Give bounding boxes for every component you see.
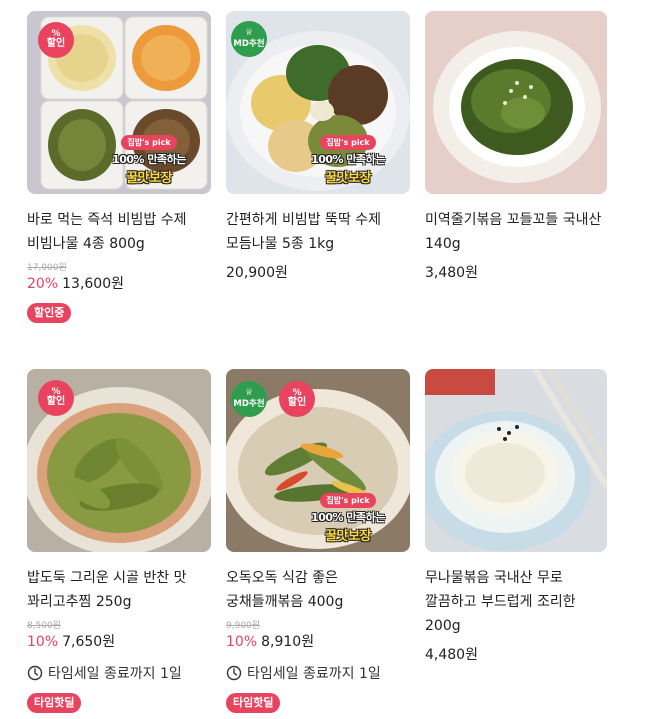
original-price: 8,500원	[27, 621, 62, 631]
product-title[interactable]: 간편하게 비빔밥 뚝딱 수제 모듬나물 5종 1kg	[226, 208, 410, 256]
product-title[interactable]: 미역줄기볶음 꼬들꼬들 국내산 140g	[425, 208, 607, 256]
pick-sticker: 집밥's pick 100% 만족하는 꿀맛보장	[101, 135, 197, 186]
product-image[interactable]: % 할인	[27, 369, 211, 552]
price: 13,600원	[62, 276, 124, 292]
product-image[interactable]: ♕ MD추천 집밥's pick 100% 만족하는 꿀맛보장	[226, 11, 410, 194]
clock-icon	[226, 665, 242, 681]
promo-chip: 타임핫딜	[27, 693, 82, 713]
product-image[interactable]	[425, 369, 607, 552]
product-card[interactable]: % 할인 집밥's pick 100% 만족하는 꿀맛보장 바로 먹는 즉석 비…	[27, 11, 211, 323]
price: 7,650원	[62, 634, 116, 650]
product-image[interactable]: % 할인 집밥's pick 100% 만족하는 꿀맛보장	[27, 11, 211, 194]
md-recommend-badge: ♕ MD추천	[231, 21, 267, 57]
sale-badge: % 할인	[38, 22, 74, 58]
pick-sticker: 집밥's pick 100% 만족하는 꿀맛보장	[300, 493, 396, 544]
price: 8,910원	[261, 634, 315, 650]
price-row: 3,480원	[425, 262, 607, 284]
product-title[interactable]: 바로 먹는 즉석 비빔밥 수제 비빔나물 4종 800g	[27, 208, 211, 256]
chef-hat-icon: ♕	[244, 388, 254, 399]
product-card[interactable]: ♕ MD추천 집밥's pick 100% 만족하는 꿀맛보장 간편하게 비빔밥…	[226, 11, 410, 284]
discount-rate: 10%	[226, 634, 258, 650]
time-sale-timer: 타임세일 종료까지 1일	[27, 663, 211, 683]
original-price: 9,900원	[226, 621, 261, 631]
discount-rate: 20%	[27, 276, 59, 292]
radish-namul-image	[425, 369, 607, 552]
sale-badge: % 할인	[38, 380, 74, 416]
time-sale-timer: 타임세일 종료까지 1일	[226, 663, 410, 683]
product-title[interactable]: 밥도둑 그리운 시골 반찬 맛 꽈리고추찜 250g	[27, 566, 211, 614]
chef-hat-icon: ♕	[244, 28, 254, 39]
seaweed-stem-image	[425, 11, 607, 194]
price-row: 20,900원	[226, 262, 410, 284]
price: 20,900원	[226, 265, 288, 281]
product-card[interactable]: % 할인 밥도둑 그리운 시골 반찬 맛 꽈리고추찜 250g 8,500원 1…	[27, 369, 211, 713]
price-row: 10% 8,910원	[226, 631, 410, 653]
product-image[interactable]: ♕ MD추천 % 할인 집밥's pick 100% 만족하는 꿀맛보장	[226, 369, 410, 552]
price-row: 4,480원	[425, 644, 607, 666]
price-row: 20% 13,600원	[27, 273, 211, 295]
md-recommend-badge: ♕ MD추천	[231, 381, 267, 417]
product-card[interactable]: ♕ MD추천 % 할인 집밥's pick 100% 만족하는 꿀맛보장 오독오…	[226, 369, 410, 713]
product-card[interactable]: 미역줄기볶음 꼬들꼬들 국내산 140g 3,480원	[425, 11, 607, 284]
product-card[interactable]: 무나물볶음 국내산 무로 깔끔하고 부드럽게 조리한 200g 4,480원	[425, 369, 607, 666]
discount-rate: 10%	[27, 634, 59, 650]
product-title[interactable]: 무나물볶음 국내산 무로 깔끔하고 부드럽게 조리한 200g	[425, 566, 607, 638]
clock-icon	[27, 665, 43, 681]
price-row: 10% 7,650원	[27, 631, 211, 653]
product-title[interactable]: 오독오독 식감 좋은 궁채들깨볶음 400g	[226, 566, 410, 614]
promo-chip: 할인중	[27, 303, 72, 323]
pick-sticker: 집밥's pick 100% 만족하는 꿀맛보장	[300, 135, 396, 186]
original-price: 17,000원	[27, 263, 67, 273]
sale-badge: % 할인	[279, 381, 315, 417]
promo-chip: 타임핫딜	[226, 693, 281, 713]
product-image[interactable]	[425, 11, 607, 194]
price: 3,480원	[425, 265, 478, 281]
price: 4,480원	[425, 647, 478, 663]
